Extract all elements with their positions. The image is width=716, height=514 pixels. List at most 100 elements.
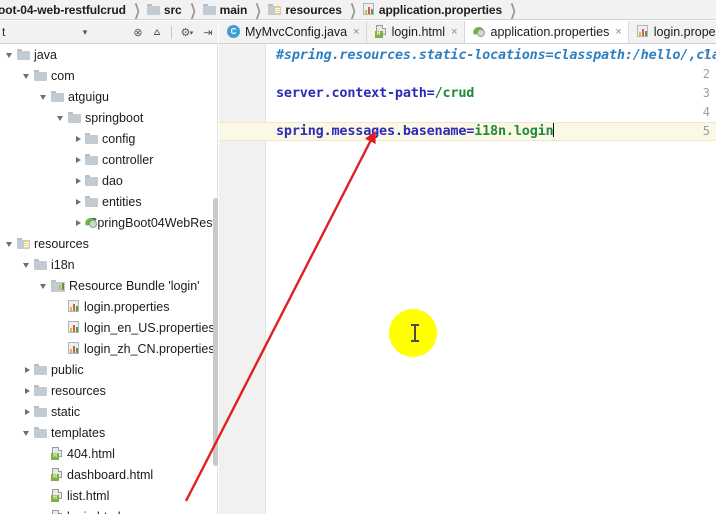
tree-row-label: entities xyxy=(102,194,142,209)
line-number: 2 xyxy=(702,67,710,81)
close-icon[interactable]: × xyxy=(353,26,359,38)
tree-row[interactable]: config xyxy=(0,128,218,149)
tree-row-label: login_en_US.properties xyxy=(84,320,215,335)
breadcrumb-item-label: oot-04-web-restfulcrud xyxy=(0,2,126,17)
toolbar-divider xyxy=(171,25,172,39)
breadcrumb-item-0[interactable]: oot-04-web-restfulcrud xyxy=(0,0,126,19)
settings-button[interactable]: ⚙ ▾ xyxy=(176,23,198,41)
tree-row[interactable]: Hdashboard.html xyxy=(0,464,218,485)
tree-row[interactable]: Hlogin.html xyxy=(0,506,218,514)
close-icon[interactable]: × xyxy=(451,26,457,38)
chevron-down-icon[interactable] xyxy=(21,65,34,86)
hide-panel-icon: ⇥ xyxy=(203,26,213,39)
chevron-right-icon[interactable] xyxy=(72,149,85,170)
chevron-right-icon[interactable] xyxy=(21,359,34,380)
editor-tab-3[interactable]: login.properties xyxy=(628,21,716,43)
tree-row[interactable]: SpringBoot04WebRestf xyxy=(0,212,218,233)
folder-icon xyxy=(34,427,47,438)
chevron-down-icon[interactable] xyxy=(4,44,17,65)
tree-row[interactable]: resources xyxy=(0,233,218,254)
line-number: 4 xyxy=(702,105,710,119)
tree-scrollbar-thumb[interactable] xyxy=(213,198,218,466)
chevron-down-icon[interactable] xyxy=(38,275,51,296)
editor-tab-label: login.properties xyxy=(653,24,716,39)
breadcrumb-separator: ❯ xyxy=(133,0,141,19)
chevron-right-icon[interactable] xyxy=(21,401,34,422)
chevron-right-icon[interactable] xyxy=(72,191,85,212)
chevron-down-icon[interactable] xyxy=(21,422,34,443)
tree-row[interactable]: atguigu xyxy=(0,86,218,107)
tree-row[interactable]: public xyxy=(0,359,218,380)
chevron-right-icon[interactable] xyxy=(72,128,85,149)
locate-button[interactable]: ⊗ xyxy=(129,23,147,41)
line-number: 5 xyxy=(702,124,710,138)
code-line[interactable]: #spring.resources.static-locations=class… xyxy=(276,47,716,63)
resources-folder-icon xyxy=(17,238,30,249)
tree-row[interactable]: controller xyxy=(0,149,218,170)
tree-row[interactable]: resources xyxy=(0,380,218,401)
chevron-down-icon[interactable] xyxy=(4,233,17,254)
tree-row-label: java xyxy=(34,47,57,62)
code-line[interactable]: server.context-path=/crud xyxy=(276,85,474,101)
tree-row[interactable]: entities xyxy=(0,191,218,212)
close-icon[interactable]: × xyxy=(615,26,621,38)
resource-bundle-icon xyxy=(51,279,65,292)
editor-gutter-strip xyxy=(266,44,276,514)
breadcrumb-item-3[interactable]: resources xyxy=(268,0,342,19)
chevron-right-icon[interactable] xyxy=(21,380,34,401)
tree-row[interactable]: login.properties xyxy=(0,296,218,317)
chevron-right-icon[interactable] xyxy=(72,170,85,191)
project-tree[interactable]: java com atguigu springboot config controller… xyxy=(0,44,218,514)
editor-tab-bar[interactable]: C MyMvcConfig.java × Hlogin.html × applicatio… xyxy=(219,21,716,44)
folder-icon xyxy=(85,196,98,207)
folder-icon xyxy=(51,91,64,102)
tree-row[interactable]: static xyxy=(0,401,218,422)
editor-tab-1[interactable]: Hlogin.html × xyxy=(366,21,465,43)
breadcrumb-item-label: main xyxy=(219,2,248,17)
breadcrumb-item-2[interactable]: main xyxy=(202,0,248,19)
breadcrumb-item-1[interactable]: src xyxy=(146,0,182,19)
hide-panel-button[interactable]: ⇥ xyxy=(199,23,217,41)
breadcrumb-separator: ❯ xyxy=(189,0,197,19)
breadcrumb-item-4[interactable]: application.properties xyxy=(362,0,502,19)
tree-row[interactable]: java xyxy=(0,44,218,65)
chevron-down-icon[interactable] xyxy=(55,107,68,128)
html-file-icon: H xyxy=(51,447,63,460)
chevron-down-icon: ▾ xyxy=(189,30,194,37)
chevron-down-icon: ▾ xyxy=(82,26,88,37)
breadcrumb-separator: ❯ xyxy=(509,0,517,19)
tree-row[interactable]: H 404.html xyxy=(0,443,218,464)
tree-row[interactable]: login_zh_CN.properties xyxy=(0,338,218,359)
properties-file-icon xyxy=(636,25,649,38)
tree-row-label: templates xyxy=(51,425,106,440)
tree-row[interactable]: springboot xyxy=(0,107,218,128)
folder-icon xyxy=(146,4,160,15)
chevron-right-icon[interactable] xyxy=(72,212,85,233)
tree-row[interactable]: Resource Bundle 'login' xyxy=(0,275,218,296)
tree-row[interactable]: Hlist.html xyxy=(0,485,218,506)
folder-icon xyxy=(85,175,98,186)
tree-row[interactable]: login_en_US.properties xyxy=(0,317,218,338)
tree-row-label: login_zh_CN.properties xyxy=(84,341,215,356)
tree-row[interactable]: com xyxy=(0,65,218,86)
editor-tab-2[interactable]: application.properties × xyxy=(464,21,629,43)
tree-row[interactable]: dao xyxy=(0,170,218,191)
properties-file-icon xyxy=(68,300,80,313)
editor-tab-0[interactable]: C MyMvcConfig.java × xyxy=(219,21,367,43)
text-caret xyxy=(553,123,555,137)
chevron-down-icon[interactable] xyxy=(21,254,34,275)
tree-row[interactable]: i18n xyxy=(0,254,218,275)
tree-row-label: login.html xyxy=(67,510,121,514)
tree-row[interactable]: templates xyxy=(0,422,218,443)
chevron-down-icon[interactable] xyxy=(38,86,51,107)
folder-icon xyxy=(202,4,216,15)
project-view-caret[interactable]: ▾ xyxy=(76,23,94,41)
collapse-all-button[interactable]: ⩟ xyxy=(148,23,166,41)
tree-row-label: controller xyxy=(102,152,154,167)
editor-tab-label: MyMvcConfig.java xyxy=(245,24,348,39)
code-editor[interactable]: 1 #spring.resources.static-locations=clas… xyxy=(219,44,716,514)
code-line[interactable]: spring.messages.basename=i18n.login xyxy=(276,123,555,139)
html-file-icon: H xyxy=(374,25,387,38)
